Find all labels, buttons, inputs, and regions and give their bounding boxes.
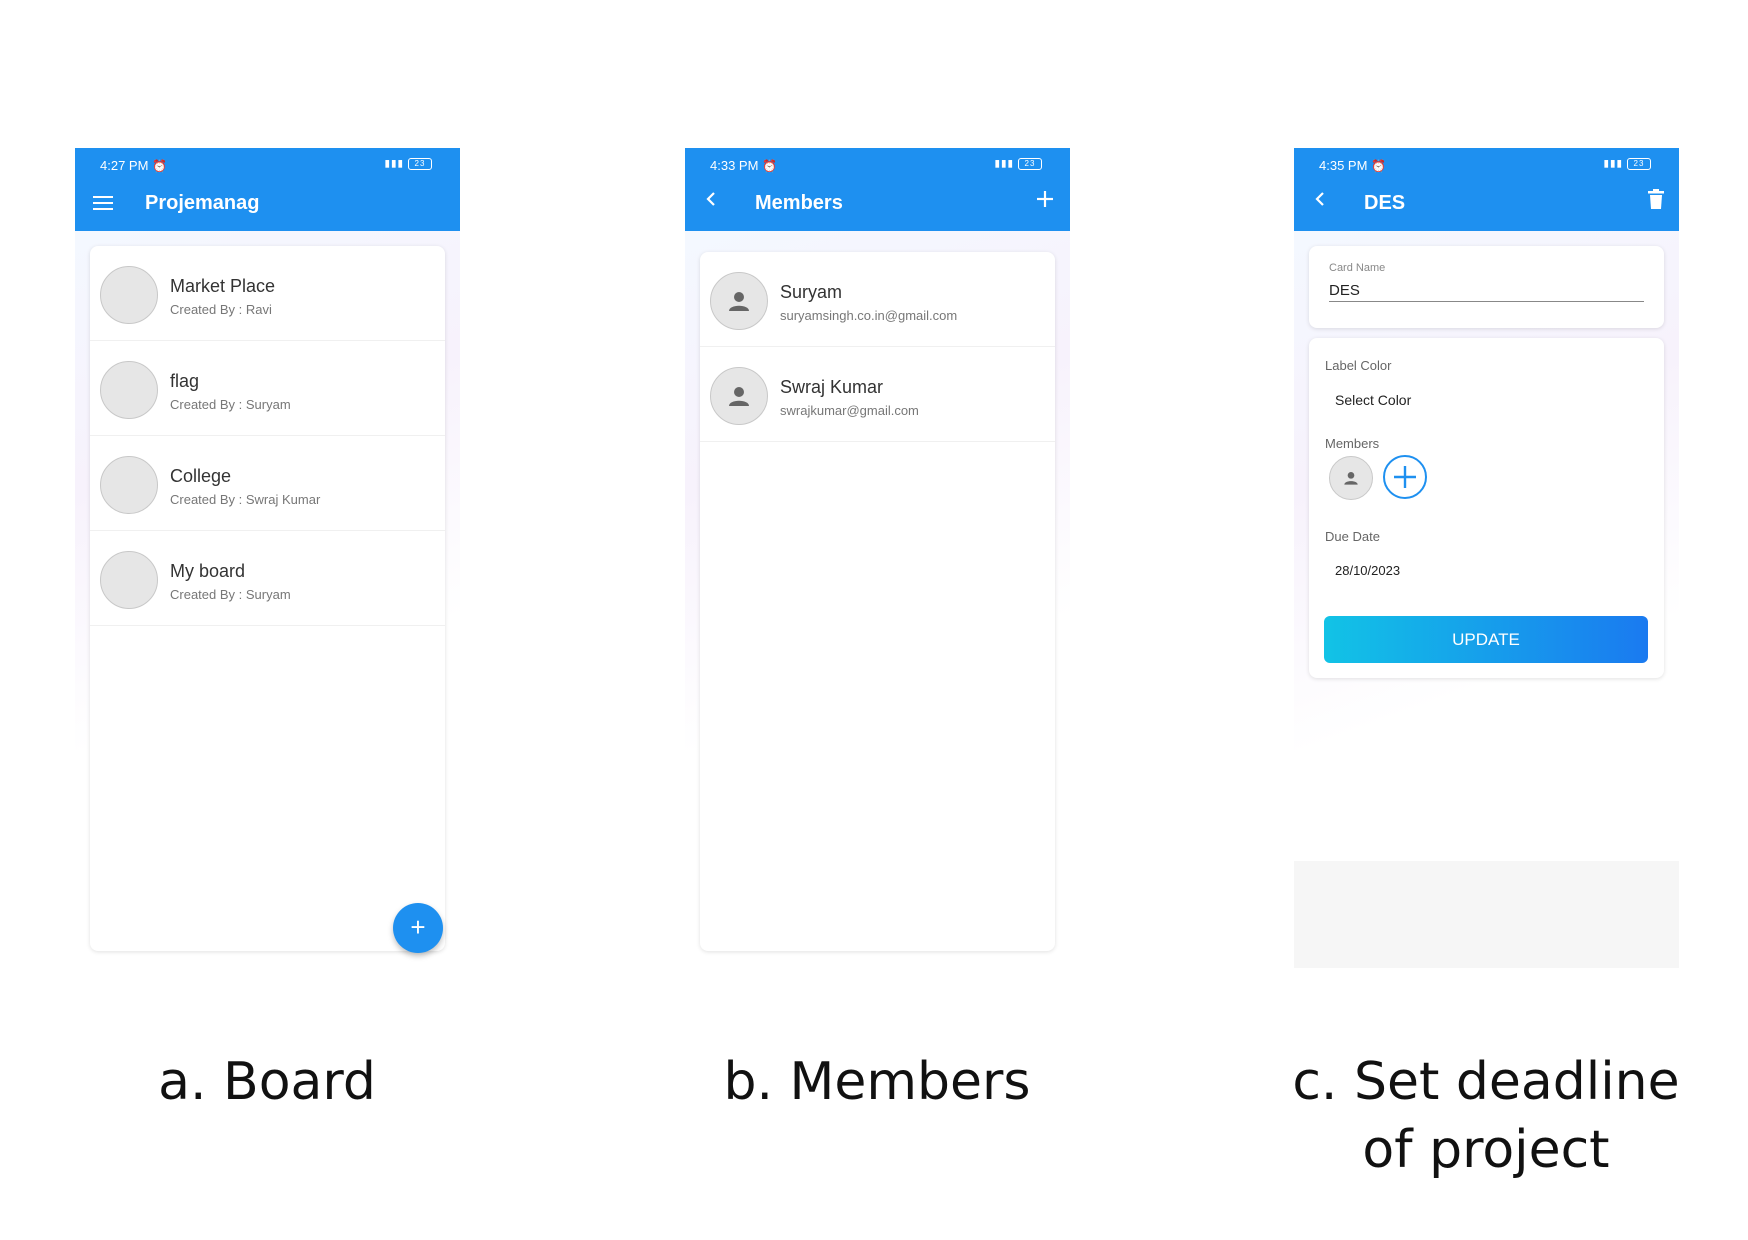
list-item[interactable]: Suryam suryamsingh.co.in@gmail.com (700, 252, 1055, 347)
add-member-button[interactable] (1383, 455, 1427, 499)
member-avatar (710, 272, 768, 330)
board-avatar (100, 456, 158, 514)
member-name: Swraj Kumar (780, 377, 884, 397)
person-icon (1344, 472, 1358, 485)
card-name-underline (1329, 301, 1644, 302)
board-screen: 4:27 PM ⏰ ▮▮▮ 23 Projemanag Market Place … (75, 148, 460, 968)
board-name: Market Place (170, 276, 276, 296)
select-color-button[interactable]: Select Color (1335, 392, 1411, 408)
board-name: College (170, 466, 232, 486)
caption-deadline-line2: of project (1362, 1120, 1610, 1180)
caption-board: a. Board (158, 1052, 376, 1112)
page-title: DES (1364, 192, 1406, 214)
status-bar: 4:27 PM ⏰ ▮▮▮ 23 (75, 158, 460, 178)
list-item[interactable]: Swraj Kumar swrajkumar@gmail.com (700, 347, 1055, 442)
status-time-wrap: 4:33 PM ⏰ (710, 158, 777, 173)
board-created-by: Created By : Suryam (170, 397, 291, 412)
app-bar: 4:33 PM ⏰ ▮▮▮ 23 Members (685, 148, 1070, 231)
alarm-icon: ⏰ (152, 159, 167, 173)
status-time-wrap: 4:27 PM ⏰ (100, 158, 167, 173)
back-arrow-icon[interactable] (1312, 188, 1328, 216)
status-bar: 4:35 PM ⏰ ▮▮▮ 23 (1294, 158, 1679, 178)
member-avatar (710, 367, 768, 425)
add-board-button[interactable]: + (393, 903, 443, 953)
list-item[interactable]: Market Place Created By : Ravi (90, 246, 445, 341)
card-detail-panel: Label Color Select Color Members Due Dat… (1309, 338, 1664, 678)
page-title: Projemanag (145, 192, 260, 214)
caption-members: b. Members (723, 1052, 1031, 1112)
footer-strip (1294, 861, 1679, 968)
board-avatar (100, 361, 158, 419)
menu-icon[interactable] (93, 196, 113, 210)
member-email: swrajkumar@gmail.com (780, 403, 919, 418)
back-arrow-icon[interactable] (703, 188, 719, 216)
system-icons: ▮▮▮ 23 (384, 158, 432, 170)
status-time: 4:35 PM (1319, 158, 1368, 173)
plus-icon[interactable] (1034, 188, 1056, 216)
list-item[interactable]: My board Created By : Suryam (90, 531, 445, 626)
battery-icon: 23 (1018, 158, 1042, 170)
due-date-label: Due Date (1325, 529, 1380, 544)
battery-icon: 23 (408, 158, 432, 170)
member-email: suryamsingh.co.in@gmail.com (780, 308, 958, 323)
update-button[interactable]: UPDATE (1324, 616, 1648, 663)
member-list: Suryam suryamsingh.co.in@gmail.com Swraj… (700, 252, 1055, 951)
card-detail-screen: 4:35 PM ⏰ ▮▮▮ 23 DES Card Name DES Label … (1294, 148, 1679, 968)
label-color-label: Label Color (1325, 358, 1392, 373)
member-avatar[interactable] (1329, 456, 1373, 500)
member-name: Suryam (780, 282, 843, 302)
card-name-input[interactable]: DES (1329, 282, 1360, 299)
status-bar: 4:33 PM ⏰ ▮▮▮ 23 (685, 158, 1070, 178)
page-title: Members (755, 192, 843, 214)
board-created-by: Created By : Swraj Kumar (170, 492, 321, 507)
plus-icon (1394, 466, 1416, 488)
system-icons: ▮▮▮ 23 (994, 158, 1042, 170)
board-name: My board (170, 561, 246, 581)
board-created-by: Created By : Suryam (170, 587, 291, 602)
card-name-panel: Card Name DES (1309, 246, 1664, 328)
person-icon (729, 387, 749, 406)
caption-deadline-line1: c. Set deadline (1292, 1052, 1680, 1112)
signal-icon: ▮▮▮ (1603, 158, 1623, 170)
caption-deadline: c. Set deadline of project (1226, 1048, 1746, 1184)
due-date-value[interactable]: 28/10/2023 (1335, 563, 1400, 578)
members-screen: 4:33 PM ⏰ ▮▮▮ 23 Members Suryam suryamsin… (685, 148, 1070, 968)
signal-icon: ▮▮▮ (994, 158, 1014, 170)
card-name-label: Card Name (1329, 262, 1386, 274)
list-item[interactable]: flag Created By : Suryam (90, 341, 445, 436)
board-avatar (100, 266, 158, 324)
battery-icon: 23 (1627, 158, 1651, 170)
members-label: Members (1325, 436, 1380, 451)
person-icon (729, 292, 749, 311)
board-avatar (100, 551, 158, 609)
signal-icon: ▮▮▮ (384, 158, 404, 170)
list-item[interactable]: College Created By : Swraj Kumar (90, 436, 445, 531)
app-bar: 4:27 PM ⏰ ▮▮▮ 23 Projemanag (75, 148, 460, 231)
board-name: flag (170, 371, 200, 391)
board-created-by: Created By : Ravi (170, 302, 272, 317)
alarm-icon: ⏰ (1371, 159, 1386, 173)
app-bar: 4:35 PM ⏰ ▮▮▮ 23 DES (1294, 148, 1679, 231)
trash-icon[interactable] (1647, 188, 1665, 216)
status-time-wrap: 4:35 PM ⏰ (1319, 158, 1386, 173)
status-time: 4:33 PM (710, 158, 759, 173)
status-time: 4:27 PM (100, 158, 149, 173)
alarm-icon: ⏰ (762, 159, 777, 173)
board-list: Market Place Created By : Ravi flag Crea… (90, 246, 445, 951)
system-icons: ▮▮▮ 23 (1603, 158, 1651, 170)
